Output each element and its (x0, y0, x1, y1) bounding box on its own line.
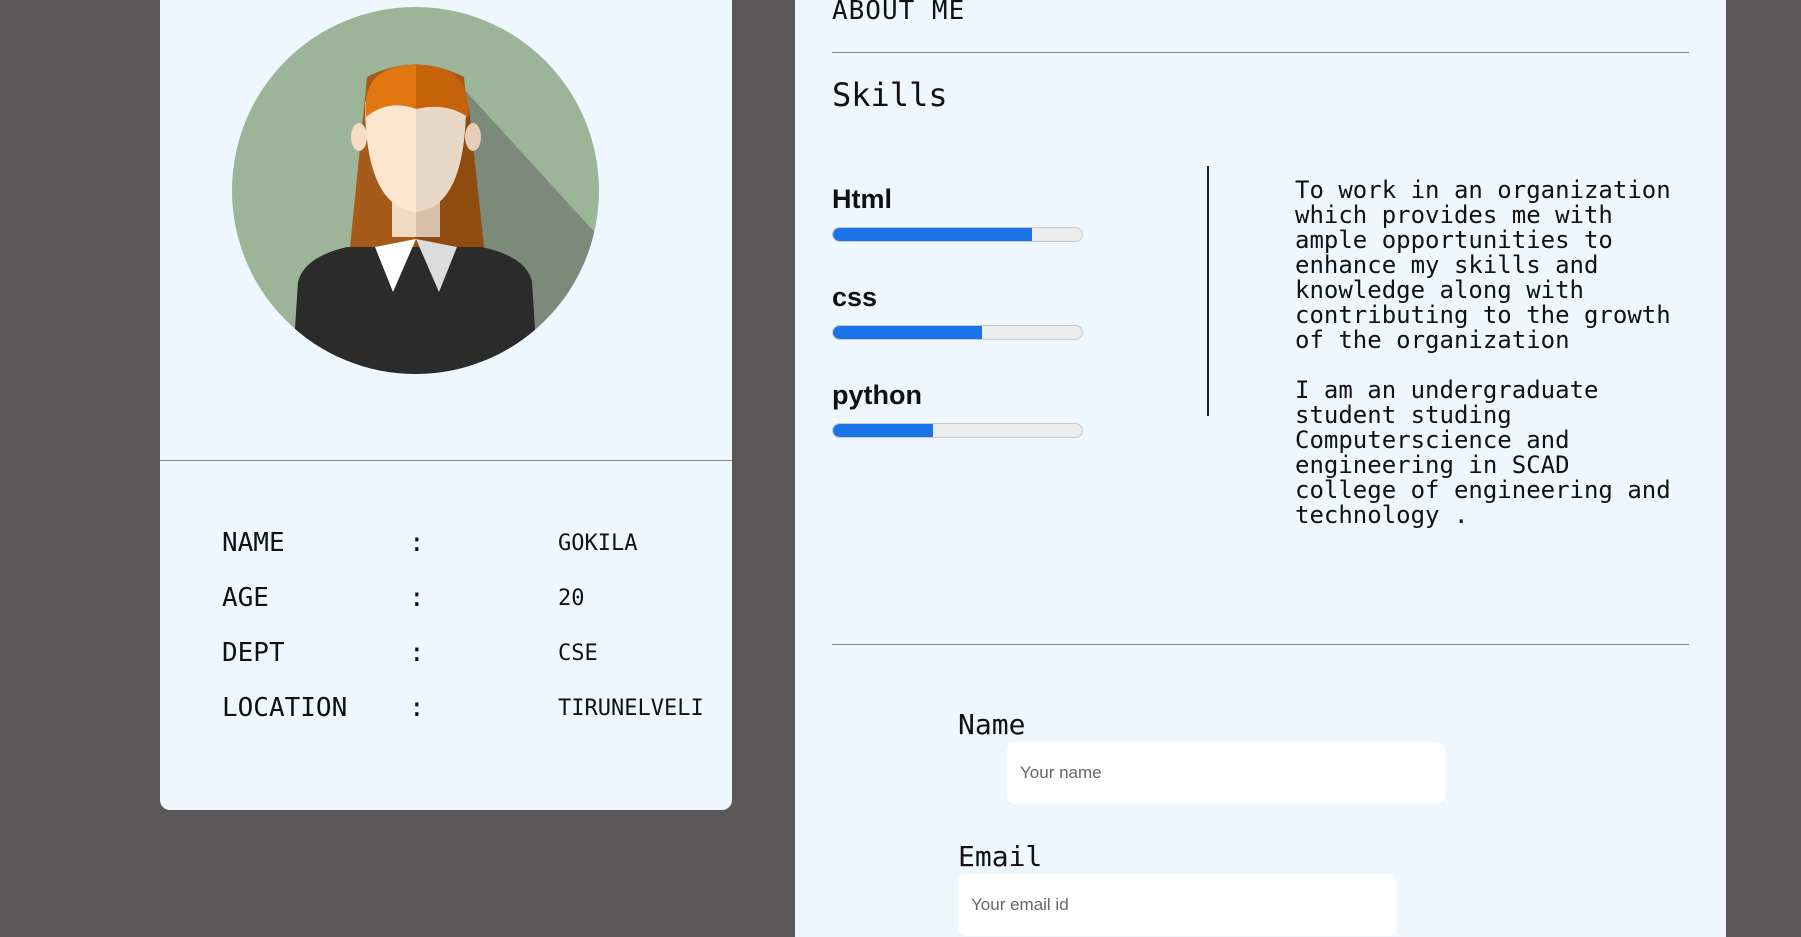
info-colon: : (409, 693, 425, 723)
skill-bar-css (832, 325, 1083, 340)
about-divider (832, 52, 1689, 53)
info-row-age: AGE : 20 (222, 583, 682, 623)
email-label: Email (958, 840, 1043, 873)
info-key: NAME (222, 528, 285, 558)
card-divider (160, 460, 732, 461)
name-input[interactable] (1007, 742, 1445, 804)
objective-text: To work in an organization which provide… (1295, 176, 1671, 529)
info-key: AGE (222, 583, 269, 613)
info-key: DEPT (222, 638, 285, 668)
skill-bar-html (832, 227, 1083, 242)
info-colon: : (409, 583, 425, 613)
info-value: 20 (558, 586, 585, 611)
name-label: Name (958, 708, 1026, 741)
info-colon: : (409, 638, 425, 668)
avatar (232, 7, 599, 374)
info-key: LOCATION (222, 693, 348, 723)
info-value: GOKILA (558, 531, 638, 556)
email-input[interactable] (958, 874, 1396, 936)
skill-label-python: python (832, 380, 922, 410)
vertical-divider (1207, 166, 1209, 416)
info-value: CSE (558, 641, 598, 666)
info-colon: : (409, 528, 425, 558)
about-title: ABOUT ME (832, 0, 966, 26)
skill-bar-fill (833, 424, 933, 437)
skill-bar-fill (833, 326, 983, 339)
info-row-location: LOCATION : TIRUNELVELI (222, 693, 704, 733)
info-value: TIRUNELVELI (558, 696, 704, 721)
profile-card: NAME : GOKILA AGE : 20 DEPT : CSE LOCATI… (160, 0, 732, 810)
form-divider (832, 644, 1689, 645)
info-row-name: NAME : GOKILA (222, 528, 682, 568)
skill-bar-fill (833, 228, 1033, 241)
skill-label-css: css (832, 282, 878, 312)
skill-bar-python (832, 423, 1083, 438)
skill-label-html: Html (832, 184, 892, 214)
skills-title: Skills (832, 76, 948, 114)
info-row-dept: DEPT : CSE (222, 638, 682, 678)
about-panel: ABOUT ME Skills Html css python To work … (795, 0, 1726, 937)
